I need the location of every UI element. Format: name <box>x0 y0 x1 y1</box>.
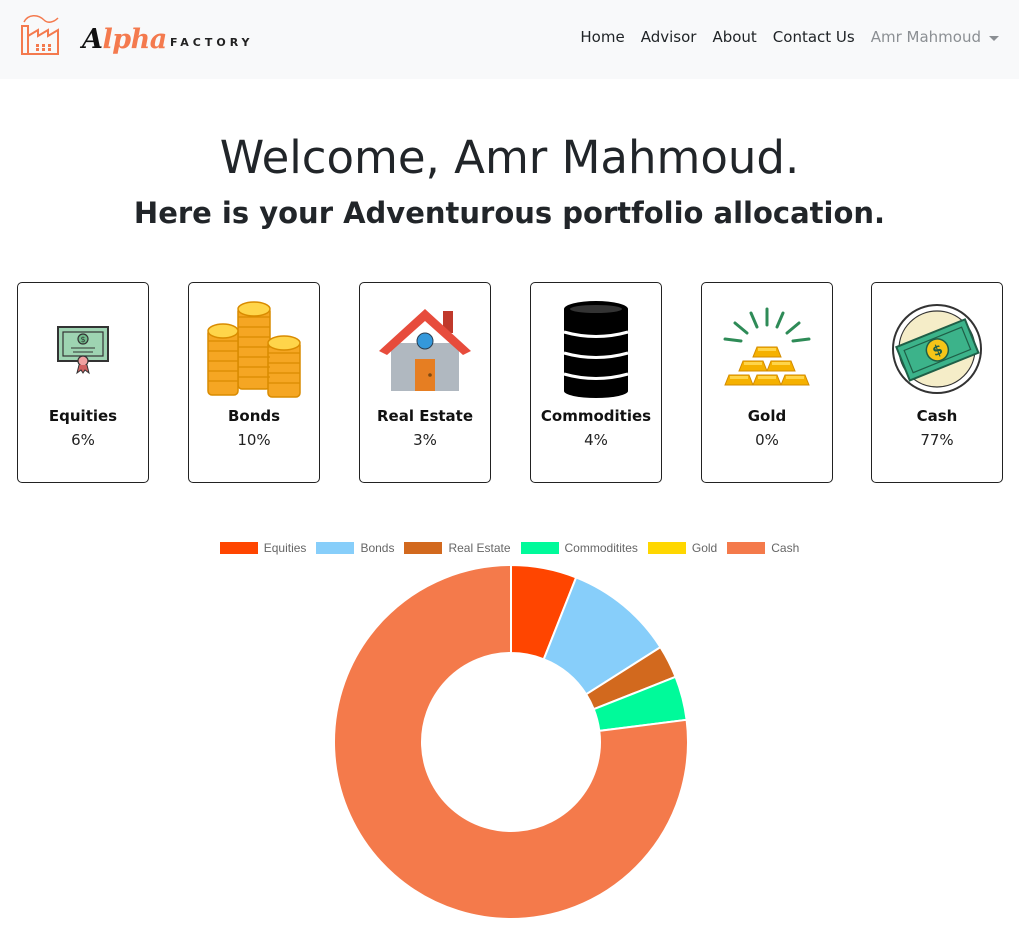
house-icon <box>379 309 471 391</box>
allocation-card-equities: $ Equities 6% <box>17 282 149 483</box>
legend-item[interactable]: Bonds <box>316 541 394 555</box>
allocation-card-real-estate: Real Estate 3% <box>359 282 491 483</box>
nav-link-advisor[interactable]: Advisor <box>641 28 697 46</box>
allocation-donut-chart <box>333 563 689 920</box>
user-name: Amr Mahmoud <box>870 28 981 46</box>
oil-barrel-icon <box>563 301 629 398</box>
legend-label: Cash <box>771 541 800 555</box>
legend-swatch <box>647 542 686 554</box>
nav-link-home[interactable]: Home <box>580 28 624 46</box>
card-label: Real Estate <box>376 407 474 425</box>
card-label: Gold <box>747 407 787 425</box>
card-percentage: 4% <box>584 431 608 449</box>
card-label: Equities <box>48 407 118 425</box>
nav-link-about[interactable]: About <box>712 28 756 46</box>
brand-sub-text: FACTORY <box>170 36 254 49</box>
card-percentage: 6% <box>71 431 95 449</box>
brand-link[interactable]: Alpha FACTORY <box>18 12 250 60</box>
coin-stacks-icon <box>207 301 301 398</box>
certificate-icon: $ <box>57 326 109 375</box>
cash-coin-icon: $ <box>892 304 982 394</box>
legend-swatch <box>520 542 559 554</box>
card-percentage: 10% <box>237 431 271 449</box>
legend-swatch <box>316 542 355 554</box>
navbar: Alpha FACTORY Home Advisor About Contact… <box>0 0 1019 79</box>
allocation-card-bonds: Bonds 10% <box>188 282 320 483</box>
brand-script-text: Alpha <box>82 24 167 55</box>
page-subtitle: Here is your Adventurous portfolio alloc… <box>133 196 886 230</box>
card-label: Commodities <box>540 407 652 425</box>
nav-links: Home Advisor About Contact Us Amr Mahmou… <box>580 28 999 46</box>
legend-label: Bonds <box>360 541 395 555</box>
legend-label: Commoditites <box>564 541 638 555</box>
nav-link-contact[interactable]: Contact Us <box>773 28 855 46</box>
caret-down-icon <box>989 35 999 41</box>
legend-label: Real Estate <box>448 541 511 555</box>
user-dropdown-toggle[interactable]: Amr Mahmoud <box>871 28 999 46</box>
card-label: Bonds <box>227 407 281 425</box>
svg-text:$: $ <box>80 335 85 344</box>
legend-item[interactable]: Gold <box>647 541 718 555</box>
allocation-card-commodities: Commodities 4% <box>530 282 662 483</box>
legend-item[interactable]: Equities <box>219 541 307 555</box>
legend-label: Gold <box>691 541 718 555</box>
card-percentage: 3% <box>413 431 437 449</box>
legend-item[interactable]: Cash <box>727 541 799 555</box>
page-title: Welcome, Amr Mahmoud. <box>219 131 800 184</box>
gold-bars-icon <box>723 307 811 386</box>
chart-legend: Equities Bonds Real Estate Commoditites Gold… <box>0 541 1019 555</box>
legend-item[interactable]: Real Estate <box>404 541 511 555</box>
card-label: Cash <box>916 407 958 425</box>
card-percentage: 0% <box>755 431 779 449</box>
factory-logo-icon <box>21 15 59 55</box>
card-percentage: 77% <box>920 431 954 449</box>
legend-label: Equities <box>263 541 307 555</box>
legend-swatch <box>404 542 443 554</box>
allocation-card-gold: Gold 0% <box>701 282 833 483</box>
legend-swatch <box>727 542 766 554</box>
legend-swatch <box>219 542 258 554</box>
legend-item[interactable]: Commoditites <box>520 541 638 555</box>
allocation-card-cash: $ Cash 77% <box>871 282 1003 483</box>
